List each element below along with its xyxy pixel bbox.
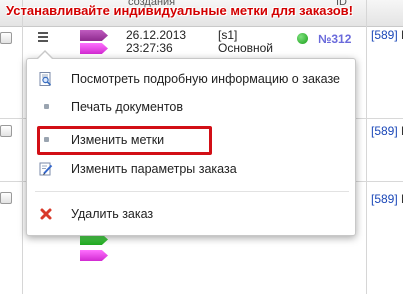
user-cell: [589] Ю (371, 192, 403, 206)
order-date: 26.12.2013 (126, 28, 187, 42)
menu-item-view-details[interactable]: Посмотреть подробную информацию о заказе (27, 68, 355, 90)
menu-item-print-documents[interactable]: Печать документов (27, 96, 355, 118)
user-id-link[interactable]: [589] (371, 124, 398, 138)
menu-item-delete-order[interactable]: Удалить заказ (27, 203, 355, 225)
menu-item-label: Изменить параметры заказа (71, 162, 237, 176)
menu-item-edit-order-params[interactable]: Изменить параметры заказа (27, 158, 355, 180)
menu-item-label: Печать документов (71, 100, 184, 114)
row-menu-icon[interactable] (38, 32, 48, 44)
magnifier-document-icon (39, 72, 53, 86)
order-number-link[interactable]: №312 (318, 32, 351, 46)
row-checkbox[interactable] (0, 125, 12, 137)
user-id-link[interactable]: [589] (371, 28, 398, 42)
status-indicator-icon (297, 33, 308, 44)
highlight-annotation (37, 126, 212, 155)
user-id-link[interactable]: [589] (371, 192, 398, 206)
menu-pointer-inner (37, 52, 53, 60)
menu-item-label: Посмотреть подробную информацию о заказе (71, 72, 341, 86)
order-site-code: [s1] (218, 28, 238, 42)
magenta-tag-icon (80, 250, 108, 261)
edit-document-icon (39, 162, 53, 176)
magenta-tag-icon (80, 43, 108, 54)
row-checkbox[interactable] (0, 192, 12, 204)
menu-item-label: Удалить заказ (71, 207, 154, 221)
bullet-icon (44, 104, 49, 109)
user-cell: [589] Ю (371, 28, 403, 42)
order-site-name: Основной (218, 41, 274, 55)
row-checkbox[interactable] (0, 32, 12, 44)
promo-banner: Устанавливайте индивидуальные метки для … (6, 3, 353, 18)
red-x-icon (39, 207, 53, 221)
purple-tag-icon (80, 30, 108, 41)
user-cell: [589] Ю (371, 124, 403, 138)
menu-separator (35, 191, 349, 192)
order-time: 23:27:36 (126, 41, 173, 55)
